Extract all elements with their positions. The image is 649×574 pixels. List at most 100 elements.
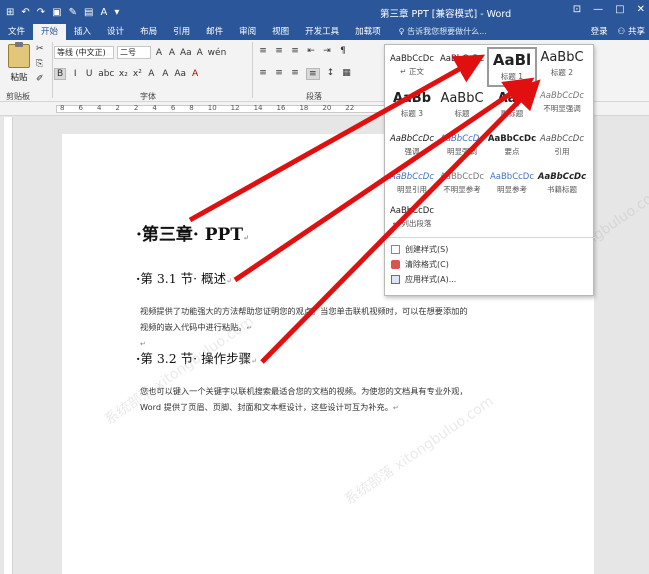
tell-me-box[interactable]: ♀ 告诉我您想要做什么... — [389, 24, 487, 40]
format-painter-icon[interactable]: ✐ — [36, 74, 44, 84]
share-label: 共享 — [627, 27, 645, 37]
login-link[interactable]: 登录 — [591, 24, 608, 40]
window-controls: ⊡ — □ ✕ — [573, 4, 645, 15]
strikethrough-button[interactable]: abc — [98, 69, 114, 79]
tab-view[interactable]: 视图 — [264, 24, 297, 40]
tell-me-text: 告诉我您想要做什么... — [407, 27, 487, 36]
tab-addins[interactable]: 加载项 — [347, 24, 389, 40]
clear-formatting-icon[interactable]: A — [195, 48, 205, 58]
font-row-1: 等线 (中文正) 二号 A A Aa A wén — [54, 46, 226, 59]
style-normal[interactable]: AaBbCcDc ↵ 正文 — [387, 47, 437, 87]
page-view-icon[interactable]: ▤ — [84, 7, 93, 18]
ruler-number: 12 — [230, 104, 240, 112]
minimize-button[interactable]: — — [593, 4, 603, 15]
borders-icon[interactable]: ▦ — [342, 68, 352, 80]
ribbon-display-icon[interactable]: ⊡ — [573, 4, 581, 15]
create-style-icon — [391, 245, 400, 254]
style-subtle-emphasis[interactable]: AaBbCcDc 不明显强调 — [537, 89, 587, 129]
font-color-button[interactable]: A — [190, 69, 200, 79]
style-subtitle[interactable]: AaB 副标题 — [487, 89, 537, 129]
vertical-ruler[interactable] — [4, 117, 13, 574]
font-name-select[interactable]: 等线 (中文正) — [54, 46, 114, 59]
style-quote[interactable]: AaBbCcDc 引用 — [537, 131, 587, 171]
style-title[interactable]: AaBbC 标题 — [437, 89, 487, 129]
align-left-icon[interactable]: ≡ — [258, 68, 268, 80]
style-intense-emphasis[interactable]: AaBbCcDc 明显强调 — [437, 131, 487, 171]
ruler-number: 14 — [253, 104, 263, 112]
underline-button[interactable]: U — [84, 69, 94, 79]
ribbon-tabs: 文件 开始 插入 设计 布局 引用 邮件 审阅 视图 开发工具 加载项 ♀ 告诉… — [0, 24, 649, 40]
font-size-select[interactable]: 二号 — [117, 46, 151, 59]
tab-references[interactable]: 引用 — [165, 24, 198, 40]
save-icon[interactable]: ⊞ — [6, 7, 14, 18]
tab-review[interactable]: 审阅 — [231, 24, 264, 40]
paste-label: 粘贴 — [10, 73, 28, 83]
align-center-icon[interactable]: ≡ — [274, 68, 284, 80]
italic-button[interactable]: I — [70, 69, 80, 79]
tab-insert[interactable]: 插入 — [66, 24, 99, 40]
line-spacing-icon[interactable]: ↕ — [326, 68, 336, 80]
tab-developer[interactable]: 开发工具 — [297, 24, 347, 40]
apply-styles-item[interactable]: 应用样式(A)... — [385, 272, 595, 287]
paragraph-1[interactable]: 视频提供了功能强大的方法帮助您证明您的观点。当您单击联机视频时，可以在想要添加的… — [140, 303, 468, 352]
customize-qat-icon[interactable]: ▾ — [114, 7, 119, 18]
redo-icon[interactable]: ↷ — [37, 7, 45, 18]
tab-design[interactable]: 设计 — [99, 24, 132, 40]
heading-1[interactable]: ·第三章· PPT↵ — [136, 220, 249, 245]
highlight-icon[interactable]: A — [160, 69, 170, 79]
numbering-icon[interactable]: ≡ — [274, 46, 284, 56]
style-emphasis[interactable]: AaBbCcDc 强调 — [387, 131, 437, 171]
user-icon: ⚇ — [617, 27, 628, 37]
tab-file[interactable]: 文件 — [0, 24, 33, 40]
grow-font-icon[interactable]: A — [154, 48, 164, 58]
clear-format-icon — [391, 260, 400, 269]
style-no-spacing[interactable]: AaBbCcDc — [437, 47, 487, 87]
superscript-button[interactable]: x² — [132, 69, 142, 79]
share-button[interactable]: ⚇ 共享 — [618, 24, 645, 40]
maximize-button[interactable]: □ — [615, 4, 624, 15]
ruler-number: 4 — [96, 104, 102, 112]
style-heading-1[interactable]: AaBl 标题 1 — [487, 47, 537, 87]
touch-mode-icon[interactable]: ✎ — [69, 7, 77, 18]
clear-formatting-item[interactable]: 清除格式(C) — [385, 257, 595, 272]
style-subtle-reference[interactable]: AaBbCcDc 不明显参考 — [437, 169, 487, 209]
paragraph-row-2: ≡ ≡ ≡ ≡ ↕ ▦ — [258, 68, 352, 80]
char-shading-icon[interactable]: Aa — [174, 69, 186, 79]
print-preview-icon[interactable]: ▣ — [52, 7, 61, 18]
change-case-icon[interactable]: Aa — [180, 48, 192, 58]
increase-indent-icon[interactable]: ⇥ — [322, 46, 332, 56]
close-button[interactable]: ✕ — [637, 4, 645, 15]
bullets-icon[interactable]: ≡ — [258, 46, 268, 56]
tab-home[interactable]: 开始 — [33, 24, 67, 40]
heading-2-overview[interactable]: ·第 3.1 节· 概述↵ — [136, 268, 232, 287]
justify-icon[interactable]: ≡ — [306, 68, 320, 80]
font-color-icon[interactable]: A — [100, 7, 107, 18]
text-effects-icon[interactable]: A — [146, 69, 156, 79]
style-intense-reference[interactable]: AaBbCcDc 明显参考 — [487, 169, 537, 209]
decrease-indent-icon[interactable]: ⇤ — [306, 46, 316, 56]
cut-icon[interactable]: ✂ — [36, 44, 44, 54]
create-style-item[interactable]: 创建样式(S) — [385, 242, 595, 257]
show-marks-icon[interactable]: ¶ — [338, 46, 348, 56]
phonetic-guide-icon[interactable]: wén — [208, 48, 227, 58]
align-right-icon[interactable]: ≡ — [290, 68, 300, 80]
tab-mailings[interactable]: 邮件 — [198, 24, 231, 40]
style-book-title[interactable]: AaBbCcDc 书籍标题 — [537, 169, 587, 209]
paste-button[interactable]: 粘贴 — [4, 42, 34, 88]
bold-button[interactable]: B — [54, 68, 67, 80]
copy-icon[interactable]: ⎘ — [36, 59, 44, 69]
paragraph-2[interactable]: 您也可以键入一个关键字以联机搜索最适合您的文档的视频。为使您的文档具有专业外观，… — [140, 383, 468, 416]
subscript-button[interactable]: x₂ — [118, 69, 128, 79]
ruler-number: 20 — [322, 104, 332, 112]
style-heading-2[interactable]: AaBbC 标题 2 — [537, 47, 587, 87]
paragraph-row-1: ≡ ≡ ≡ ⇤ ⇥ ¶ — [258, 46, 348, 56]
lightbulb-icon: ♀ — [398, 27, 408, 36]
tab-layout[interactable]: 布局 — [132, 24, 165, 40]
multilevel-list-icon[interactable]: ≡ — [290, 46, 300, 56]
undo-icon[interactable]: ↶ — [21, 7, 29, 18]
ruler-number: 22 — [345, 104, 355, 112]
style-strong[interactable]: AaBbCcDc 要点 — [487, 131, 537, 171]
paragraph-2-line-2: Word 提供了页眉、页脚、封面和文本框设计，这些设计可互为补充。↵ — [140, 402, 399, 412]
style-heading-3[interactable]: AaBb 标题 3 — [387, 89, 437, 129]
shrink-font-icon[interactable]: A — [167, 48, 177, 58]
